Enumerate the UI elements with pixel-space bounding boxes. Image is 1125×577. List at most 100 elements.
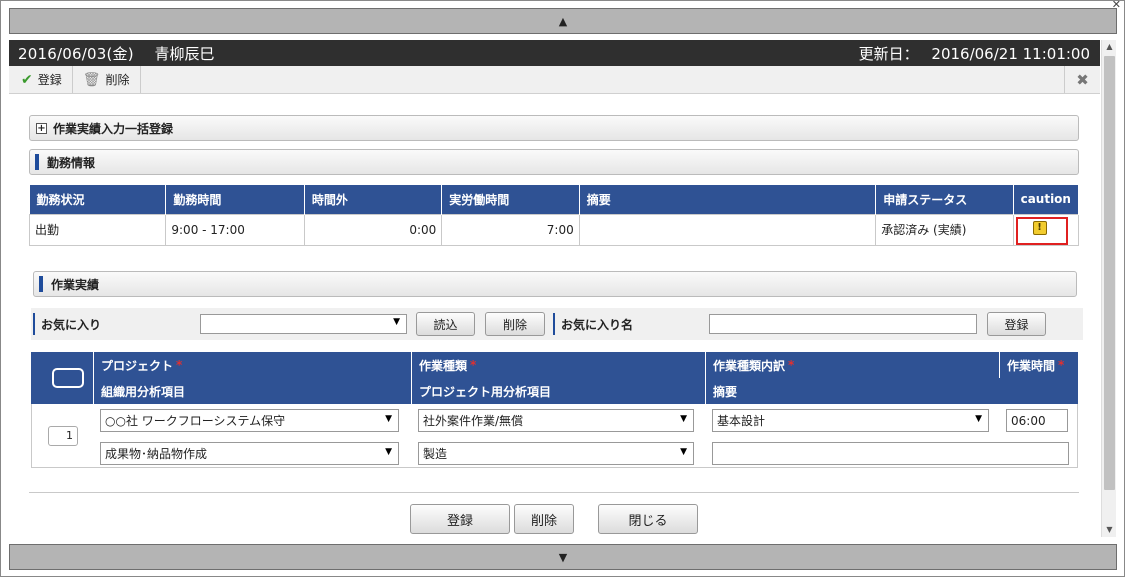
col-application-status: 申請ステータス [875, 185, 1014, 214]
col-summary: 摘要 [579, 185, 877, 214]
col-work-detail-label: 作業種類内訳 [713, 358, 786, 373]
check-icon: ✔ [21, 71, 33, 88]
dropdown-arrow-icon: ▼ [975, 414, 982, 424]
work-type-value: 社外案件作業/無償 [423, 414, 524, 428]
work-summary-input[interactable] [712, 442, 1069, 465]
scroll-thumb[interactable] [1104, 56, 1115, 490]
col-hours: 勤務時間 [165, 185, 305, 214]
dialog-scrollbar[interactable]: ▲ ▼ [1101, 40, 1116, 537]
work-time-input[interactable]: 06:00 [1006, 409, 1068, 432]
register-button[interactable]: ✔ 登録 [11, 66, 73, 93]
work-header-top: プロジェクト * 作業種類 * 作業種類内訳 * 作業時間 * [31, 352, 1078, 404]
favorite-name-label: お気に入り名 [551, 308, 709, 340]
trash-icon: 🗑 [82, 71, 101, 88]
down-arrow-icon: ▼ [558, 550, 568, 564]
attendance-info-header: 勤務情報 [29, 149, 1079, 175]
dropdown-arrow-icon: ▼ [385, 414, 392, 424]
required-mark: * [788, 358, 795, 372]
work-results-table: プロジェクト * 作業種類 * 作業種類内訳 * 作業時間 * 組織用分析項目 プロジェ… [31, 352, 1078, 468]
favorite-name-label-text: お気に入り名 [561, 317, 634, 332]
favorite-name-input[interactable] [709, 314, 977, 334]
scroll-down-arrow-icon[interactable]: ▼ [1102, 523, 1117, 537]
cell-hours: 9:00 - 17:00 [165, 213, 305, 246]
work-results-header: 作業実績 [33, 271, 1077, 297]
label-marker [553, 313, 555, 335]
project-value: ○○社 ワークフローシステム保守 [105, 414, 286, 428]
col-project: プロジェクト * [94, 352, 412, 378]
bulk-register-toggle[interactable]: + 作業実績入力一括登録 [29, 115, 1079, 141]
favorites-row: お気に入り ▼ 読込 削除 お気に入り名 登録 [31, 308, 1083, 340]
attendance-table: 勤務状況 勤務時間 時間外 実労働時間 摘要 申請ステータス caution 出… [28, 185, 1080, 246]
col-org-analysis: 組織用分析項目 [94, 378, 412, 404]
cell-application-status: 承認済み (実績) [875, 213, 1014, 246]
up-arrow-icon: ▲ [558, 14, 568, 28]
col-caution: caution [1013, 185, 1080, 214]
register-favorite-button[interactable]: 登録 [987, 312, 1046, 336]
required-mark: * [1058, 358, 1065, 372]
caution-icon[interactable]: ! [1032, 220, 1047, 235]
project-select[interactable]: ○○社 ワークフローシステム保守 ▼ [100, 409, 399, 432]
dialog-titlebar: 2016/06/03(金) 青柳辰巳 更新日： 2016/06/21 11:01… [9, 40, 1100, 66]
col-status: 勤務状況 [29, 185, 167, 214]
row-number-field[interactable]: 1 [48, 426, 78, 446]
next-button[interactable]: ▼ [9, 544, 1117, 570]
col-overtime: 時間外 [304, 185, 443, 214]
col-work-type: 作業種類 * [412, 352, 706, 378]
required-mark: * [470, 358, 477, 372]
updated-value: 2016/06/21 11:01:00 [931, 44, 1090, 63]
footer-delete-button[interactable]: 削除 [514, 504, 574, 534]
plus-icon: + [36, 122, 47, 134]
col-work-type-label: 作業種類 [419, 358, 468, 373]
work-row: 1 ○○社 ワークフローシステム保守 ▼ 社外案件作業/無償 ▼ 基本設計 ▼ … [31, 404, 1078, 468]
cell-overtime: 0:00 [303, 213, 443, 246]
record-date: 2016/06/03(金) [18, 44, 134, 63]
work-detail-select[interactable]: 基本設計 ▼ [712, 409, 989, 432]
section-marker [35, 154, 39, 170]
section-marker [39, 276, 43, 292]
toolbar: ✔ 登録 🗑 削除 ✖ [9, 66, 1100, 94]
work-type-select[interactable]: 社外案件作業/無償 ▼ [418, 409, 694, 432]
delete-label: 削除 [105, 73, 130, 87]
lightbox-frame: ✕ ▲ 2016/06/03(金) 青柳辰巳 更新日： 2016/06/21 1… [0, 0, 1125, 577]
required-mark: * [176, 358, 183, 372]
work-results-title: 作業実績 [51, 277, 100, 292]
cell-status: 出勤 [28, 213, 167, 246]
col-work-time-label: 作業時間 [1007, 358, 1056, 373]
select-all-cell [31, 352, 94, 404]
scroll-up-arrow-icon[interactable]: ▲ [1102, 40, 1117, 54]
cell-actual: 7:00 [441, 213, 580, 246]
favorites-label-text: お気に入り [41, 317, 102, 332]
attendance-header-row: 勤務状況 勤務時間 時間外 実労働時間 摘要 申請ステータス caution [29, 185, 1080, 214]
favorites-select[interactable]: ▼ [200, 314, 407, 334]
label-marker [33, 313, 35, 335]
delete-favorite-button[interactable]: 削除 [485, 312, 545, 336]
load-favorite-button[interactable]: 読込 [416, 312, 475, 336]
favorites-label: お気に入り [31, 308, 196, 340]
delete-button[interactable]: 🗑 削除 [73, 66, 141, 93]
select-all-checkbox[interactable] [52, 368, 84, 388]
col-work-summary: 摘要 [713, 384, 738, 399]
project-analysis-value: 製造 [423, 447, 448, 461]
close-icon[interactable]: ✖ [1064, 66, 1100, 93]
bulk-register-label: 作業実績入力一括登録 [53, 121, 174, 136]
org-analysis-value: 成果物･納品物作成 [105, 447, 208, 461]
register-label: 登録 [37, 73, 62, 87]
work-header-bottom: 組織用分析項目 プロジェクト用分析項目 摘要 [31, 378, 1078, 404]
cell-summary [578, 213, 877, 246]
col-project-analysis: プロジェクト用分析項目 [412, 378, 706, 404]
dropdown-arrow-icon: ▼ [385, 447, 392, 457]
cell-caution: ! [1012, 213, 1080, 246]
project-analysis-select[interactable]: 製造 ▼ [418, 442, 694, 465]
attendance-row: 出勤 9:00 - 17:00 0:00 7:00 承認済み (実績) ! [28, 213, 1080, 246]
dropdown-arrow-icon: ▼ [393, 317, 400, 327]
footer-register-button[interactable]: 登録 [410, 504, 510, 534]
updated-label: 更新日： [858, 44, 919, 63]
footer-close-button[interactable]: 閉じる [598, 504, 698, 534]
dropdown-arrow-icon: ▼ [680, 414, 687, 424]
work-record-dialog: 2016/06/03(金) 青柳辰巳 更新日： 2016/06/21 11:01… [9, 40, 1100, 537]
col-project-label: プロジェクト [101, 358, 174, 373]
col-work-detail: 作業種類内訳 * [706, 352, 1000, 378]
previous-button[interactable]: ▲ [9, 8, 1117, 34]
work-detail-value: 基本設計 [717, 414, 766, 428]
org-analysis-select[interactable]: 成果物･納品物作成 ▼ [100, 442, 399, 465]
